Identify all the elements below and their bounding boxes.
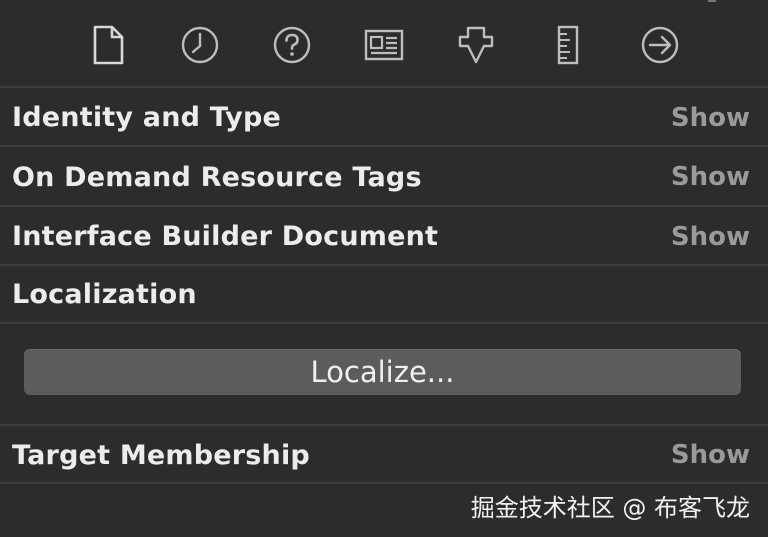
section-title: Target Membership: [12, 439, 310, 471]
identity-inspector-icon[interactable]: [364, 25, 404, 65]
inspector-panel: Identity and Type Show On Demand Resourc…: [0, 0, 768, 537]
show-toggle[interactable]: Show: [671, 440, 750, 470]
quick-help-icon[interactable]: [272, 25, 312, 65]
inspector-toolbar: [0, 0, 768, 88]
section-title: Interface Builder Document: [12, 221, 439, 252]
section-identity-and-type: Identity and Type Show: [0, 88, 768, 147]
section-header: On Demand Resource Tags Show: [12, 147, 750, 207]
section-header: Localization: [12, 266, 750, 322]
section-divider: [0, 322, 768, 324]
history-inspector-icon[interactable]: [180, 25, 220, 65]
file-inspector-icon[interactable]: [88, 25, 128, 65]
connections-inspector-icon[interactable]: [640, 25, 680, 65]
section-target-membership: Target Membership Show: [0, 426, 768, 484]
section-localization: Localization: [0, 266, 768, 426]
section-on-demand-resource-tags: On Demand Resource Tags Show: [0, 147, 768, 207]
section-header: Target Membership Show: [12, 426, 750, 484]
show-toggle[interactable]: Show: [671, 103, 750, 133]
show-toggle[interactable]: Show: [671, 222, 750, 252]
section-title: Identity and Type: [12, 102, 281, 133]
section-interface-builder-document: Interface Builder Document Show: [0, 207, 768, 266]
watermark-text: 掘金技术社区 @ 布客飞龙: [470, 493, 750, 522]
section-title: On Demand Resource Tags: [12, 161, 422, 193]
size-inspector-icon[interactable]: [548, 25, 588, 65]
section-header: Interface Builder Document Show: [12, 207, 750, 266]
section-title: Localization: [12, 278, 197, 310]
show-toggle[interactable]: Show: [671, 162, 750, 192]
localize-button[interactable]: Localize...: [24, 349, 741, 395]
section-header: Identity and Type Show: [12, 88, 750, 147]
attributes-inspector-icon[interactable]: [456, 25, 496, 65]
